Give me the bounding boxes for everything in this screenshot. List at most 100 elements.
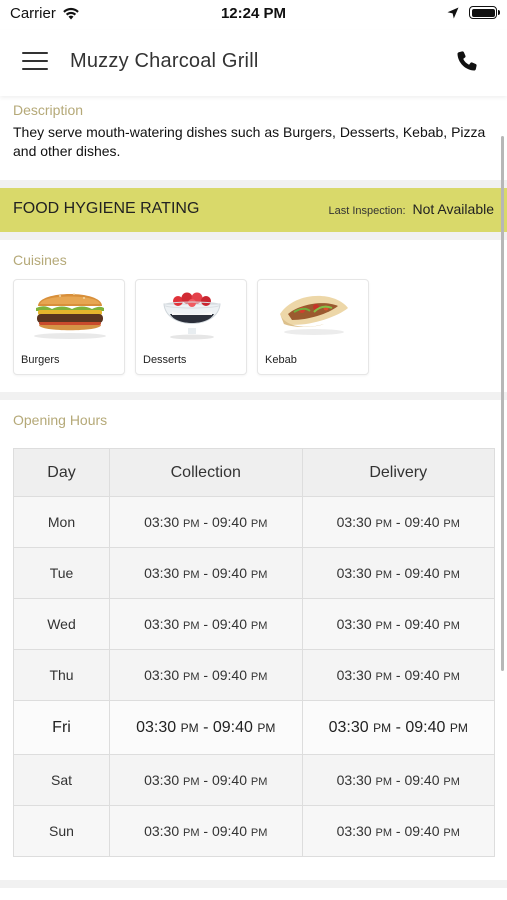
hours-collection: 03:30 PM - 09:40 PM xyxy=(109,496,303,548)
time-separator: - xyxy=(395,616,401,632)
day-cell: Sat xyxy=(13,754,110,806)
section-divider xyxy=(0,180,507,188)
hygiene-rating-bar: FOOD HYGIENE RATING Last Inspection: Not… xyxy=(0,188,507,232)
nav-bar: Muzzy Charcoal Grill xyxy=(0,30,507,96)
time-suffix: PM xyxy=(257,720,276,735)
last-inspection-value: Not Available xyxy=(412,201,494,217)
scrollbar[interactable] xyxy=(501,136,504,671)
time-from: 03:30 xyxy=(328,718,369,736)
cuisine-card-burgers[interactable]: Burgers xyxy=(13,279,125,375)
hours-collection: 03:30 PM - 09:40 PM xyxy=(109,805,303,857)
opening-hours-section: Opening Hours Day Collection Delivery Mo… xyxy=(13,412,495,857)
menu-button[interactable] xyxy=(22,52,48,72)
time-separator: - xyxy=(203,718,209,736)
time-separator: - xyxy=(395,514,401,530)
day-cell: Tue xyxy=(13,547,110,599)
opening-hours-body: Mon 03:30 PM - 09:40 PM 03:30 PM - 09:40 P… xyxy=(13,496,495,857)
day-cell: Mon xyxy=(13,496,110,548)
last-inspection-label: Last Inspection: xyxy=(328,205,406,217)
cuisine-card-desserts[interactable]: Desserts xyxy=(135,279,247,375)
kebab-image xyxy=(280,295,348,335)
table-row: Fri 03:30 PM - 09:40 PM 03:30 PM - 09:40 P… xyxy=(13,700,495,755)
hours-collection: 03:30 PM - 09:40 PM xyxy=(109,598,303,650)
time-separator: - xyxy=(203,616,209,632)
time-suffix: PM xyxy=(375,776,393,788)
time-suffix: PM xyxy=(375,620,393,632)
cuisine-list: Burgers Desserts Kebab xyxy=(13,279,498,375)
content-area[interactable]: Description They serve mouth-watering di… xyxy=(0,96,507,900)
cuisine-name: Kebab xyxy=(265,354,297,366)
time-from: 03:30 xyxy=(336,823,372,839)
last-inspection: Last Inspection: Not Available xyxy=(328,201,494,217)
time-suffix: PM xyxy=(183,776,200,788)
time-suffix: PM xyxy=(443,620,460,632)
time-separator: - xyxy=(395,565,401,581)
hygiene-title: FOOD HYGIENE RATING xyxy=(13,200,200,217)
time-suffix: PM xyxy=(443,776,460,788)
time-suffix: PM xyxy=(250,827,268,839)
time-suffix: PM xyxy=(183,518,200,530)
day-cell: Thu xyxy=(13,649,110,701)
phone-icon[interactable] xyxy=(455,49,481,75)
time-suffix: PM xyxy=(443,569,460,581)
description-text: They serve mouth-watering dishes such as… xyxy=(13,124,486,159)
cuisine-name: Burgers xyxy=(21,354,60,366)
time-to: 09:40 xyxy=(404,823,440,839)
section-divider xyxy=(0,392,507,400)
time-to: 09:40 xyxy=(211,823,248,839)
hours-delivery: 03:30 PM - 09:40 PM xyxy=(301,754,495,806)
time-to: 09:40 xyxy=(404,565,440,581)
time-to: 09:40 xyxy=(404,616,440,632)
time-to: 09:40 xyxy=(211,565,248,581)
time-to: 09:40 xyxy=(404,514,440,530)
section-divider xyxy=(0,232,507,240)
hours-collection: 03:30 PM - 09:40 PM xyxy=(109,754,303,806)
hours-collection: 03:30 PM - 09:40 PM xyxy=(109,700,303,755)
hours-delivery: 03:30 PM - 09:40 PM xyxy=(301,496,495,548)
hamburger-icon xyxy=(22,52,48,54)
time-suffix: PM xyxy=(250,569,268,581)
battery-icon xyxy=(469,6,500,19)
table-row: Wed 03:30 PM - 09:40 PM 03:30 PM - 09:40 P… xyxy=(13,598,495,650)
cuisine-name: Desserts xyxy=(143,354,187,366)
hours-delivery: 03:30 PM - 09:40 PM xyxy=(301,649,495,701)
column-header-collection: Collection xyxy=(109,448,303,497)
opening-hours-label: Opening Hours xyxy=(13,412,108,428)
time-separator: - xyxy=(395,667,401,683)
time-separator: - xyxy=(203,823,209,839)
time-to: 09:40 xyxy=(212,718,253,736)
time-suffix: PM xyxy=(250,518,268,530)
time-from: 03:30 xyxy=(144,667,180,683)
time-suffix: PM xyxy=(375,569,393,581)
time-from: 03:30 xyxy=(144,616,180,632)
time-separator: - xyxy=(203,514,209,530)
time-separator: - xyxy=(203,667,209,683)
cuisine-card-kebab[interactable]: Kebab xyxy=(257,279,369,375)
time-separator: - xyxy=(395,718,401,736)
time-separator: - xyxy=(203,772,209,788)
opening-hours-table: Day Collection Delivery Mon 03:30 PM - 09… xyxy=(13,448,495,857)
time-from: 03:30 xyxy=(336,772,372,788)
time-to: 09:40 xyxy=(404,772,440,788)
table-header-row: Day Collection Delivery xyxy=(13,448,495,497)
time-suffix: PM xyxy=(183,671,200,683)
time-from: 03:30 xyxy=(336,616,372,632)
hours-collection: 03:30 PM - 09:40 PM xyxy=(109,649,303,701)
status-right xyxy=(447,6,500,19)
time-to: 09:40 xyxy=(211,667,248,683)
time-from: 03:30 xyxy=(336,565,372,581)
time-separator: - xyxy=(395,772,401,788)
cuisines-label: Cuisines xyxy=(13,252,67,268)
time-to: 09:40 xyxy=(211,514,248,530)
time-suffix: PM xyxy=(183,569,200,581)
time-suffix: PM xyxy=(180,720,199,735)
time-to: 09:40 xyxy=(211,616,248,632)
cuisines-section: Cuisines Burgers Desserts Kebab xyxy=(13,252,498,375)
section-divider xyxy=(0,880,507,888)
table-row: Tue 03:30 PM - 09:40 PM 03:30 PM - 09:40 P… xyxy=(13,547,495,599)
time-to: 09:40 xyxy=(404,667,440,683)
time-suffix: PM xyxy=(443,827,460,839)
time-suffix: PM xyxy=(250,671,268,683)
time-from: 03:30 xyxy=(144,823,180,839)
page-title: Muzzy Charcoal Grill xyxy=(70,50,259,72)
